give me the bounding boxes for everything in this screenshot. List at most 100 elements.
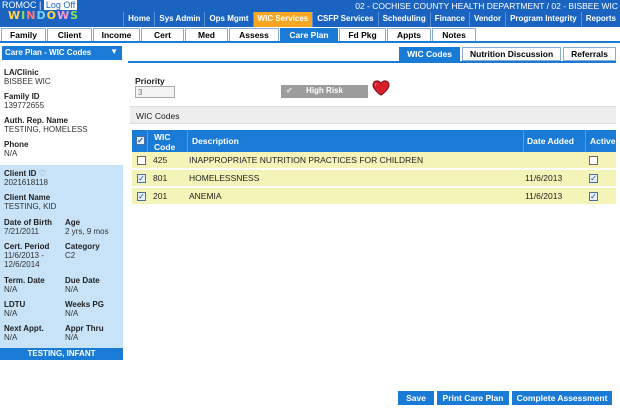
header-code[interactable]: WIC Code — [148, 130, 188, 152]
tab-notes[interactable]: Notes — [432, 28, 476, 42]
client-name-label: Client Name — [4, 193, 51, 202]
tab-cert[interactable]: Cert — [141, 28, 184, 42]
category-value: C2 — [65, 251, 76, 260]
client-name-value: TESTING, KID — [4, 202, 57, 211]
client-name: Client Name TESTING, KID — [4, 193, 56, 211]
nav-reports[interactable]: Reports — [580, 12, 620, 27]
ldtu-value: N/A — [4, 309, 18, 318]
subtab-referrals[interactable]: Referrals — [563, 47, 616, 61]
app-logo: ROMOC | Log Off WINDOWS — [0, 0, 78, 27]
row-description: INAPPROPRIATE NUTRITION PRACTICES FOR CH… — [189, 155, 424, 165]
sidebar-header-label: Care Plan - WIC Codes — [5, 48, 92, 57]
category: Category C2 — [65, 242, 100, 260]
main-nav: Home Sys Admin Ops Mgmt WIC Services CSF… — [123, 12, 620, 27]
phone-value: N/A — [4, 149, 18, 158]
complete-assessment-button[interactable]: Complete Assessment — [512, 391, 612, 405]
priority-label: Priority — [135, 76, 165, 86]
term-date: Term. Date N/A — [4, 276, 45, 294]
heart-icon — [372, 80, 390, 96]
nav-vendor[interactable]: Vendor — [468, 12, 505, 27]
row-description: ANEMIA — [189, 191, 222, 201]
table-row[interactable]: 425 INAPPROPRIATE NUTRITION PRACTICES FO… — [132, 152, 616, 169]
sidebar-header[interactable]: Care Plan - WIC Codes ▼ — [2, 46, 122, 60]
tab-assess[interactable]: Assess — [229, 28, 279, 42]
tab-appts[interactable]: Appts — [387, 28, 431, 42]
dob-value: 7/21/2011 — [4, 227, 39, 236]
due-date-label: Due Date — [65, 276, 100, 285]
term-date-label: Term. Date — [4, 276, 45, 285]
nav-csfp-services[interactable]: CSFP Services — [312, 12, 377, 27]
auth-rep-label: Auth. Rep. Name — [4, 116, 69, 125]
ldtu-label: LDTU — [4, 300, 26, 309]
dob: Date of Birth 7/21/2011 — [4, 218, 52, 236]
family-id-value: 139772655 — [4, 101, 45, 110]
row-select-checkbox[interactable]: ✓ — [137, 174, 146, 183]
row-select-checkbox[interactable]: ✓ — [137, 192, 146, 201]
tab-med[interactable]: Med — [185, 28, 228, 42]
wic-codes-header: ✓ WIC Code Description Date Added Active — [132, 130, 616, 152]
header-active[interactable]: Active — [586, 130, 616, 152]
row-code: 425 — [153, 155, 168, 165]
tab-client[interactable]: Client — [47, 28, 92, 42]
tab-fd-pkg[interactable]: Fd Pkg — [339, 28, 386, 42]
row-active-checkbox[interactable]: ✓ — [589, 174, 598, 183]
nav-wic-services[interactable]: WIC Services — [252, 12, 313, 27]
table-row[interactable]: ✓ 801 HOMELESSNESS 11/6/2013 ✓ — [132, 170, 616, 187]
row-select-checkbox[interactable] — [137, 156, 146, 165]
client-info-panel: Client ID ♡ 2021618118 Client Name TESTI… — [0, 165, 123, 349]
row-date-added: 11/6/2013 — [525, 191, 563, 201]
ldtu: LDTU N/A — [4, 300, 25, 318]
family-id-label: Family ID — [4, 92, 40, 101]
wic-codes-panel: WIC Codes ✓ WIC Code Description Date Ad… — [130, 106, 616, 206]
care-plan-subtabs: WIC Codes Nutrition Discussion Referrals — [397, 47, 616, 61]
la-clinic: LA/Clinic BISBEE WIC — [4, 68, 51, 86]
row-active-checkbox[interactable] — [589, 156, 598, 165]
table-row[interactable]: ✓ 201 ANEMIA 11/6/2013 ✓ — [132, 188, 616, 205]
wic-codes-title: WIC Codes — [130, 106, 616, 124]
header-select-cell: ✓ — [132, 130, 148, 152]
nav-scheduling[interactable]: Scheduling — [377, 12, 430, 27]
phone: Phone N/A — [4, 140, 28, 158]
nav-finance[interactable]: Finance — [429, 12, 469, 27]
client-sidebar: Care Plan - WIC Codes ▼ LA/Clinic BISBEE… — [0, 46, 123, 362]
age-value: 2 yrs, 9 mos — [65, 227, 109, 236]
nav-program-integrity[interactable]: Program Integrity — [505, 12, 581, 27]
weeks-pg-value: N/A — [65, 309, 79, 318]
appr-thru-label: Appr Thru — [65, 324, 104, 333]
cert-period: Cert. Period 11/6/2013 - 12/6/2014 — [4, 242, 62, 269]
dob-label: Date of Birth — [4, 218, 52, 227]
subtab-wic-codes[interactable]: WIC Codes — [399, 47, 461, 61]
print-care-plan-button[interactable]: Print Care Plan — [437, 391, 509, 405]
client-id-value: 2021618118 — [4, 178, 48, 187]
cert-period-value: 11/6/2013 - 12/6/2014 — [4, 251, 44, 269]
phone-label: Phone — [4, 140, 29, 149]
priority-input[interactable] — [135, 86, 175, 98]
heart-outline-icon: ♡ — [38, 169, 46, 178]
high-risk-toggle[interactable]: ✔ High Risk — [281, 85, 368, 98]
weeks-pg: Weeks PG N/A — [65, 300, 104, 318]
nav-home[interactable]: Home — [123, 12, 154, 27]
tab-care-plan[interactable]: Care Plan — [280, 28, 338, 42]
logo-wordmark: WINDOWS — [8, 9, 80, 22]
tab-income[interactable]: Income — [93, 28, 140, 42]
header-description[interactable]: Description — [188, 130, 524, 152]
due-date: Due Date N/A — [65, 276, 100, 294]
row-active-checkbox[interactable]: ✓ — [589, 192, 598, 201]
client-tabs: Family Client Income Cert Med Assess Car… — [0, 28, 620, 42]
save-button[interactable]: Save — [398, 391, 434, 405]
row-description: HOMELESSNESS — [189, 173, 260, 183]
high-risk-label: High Risk — [306, 86, 343, 95]
row-code: 201 — [153, 191, 168, 201]
select-all-checkbox[interactable]: ✓ — [136, 136, 145, 145]
nav-ops-mgmt[interactable]: Ops Mgmt — [204, 12, 252, 27]
cert-period-label: Cert. Period — [4, 242, 50, 251]
family-member-infant[interactable]: TESTING, INFANT — [0, 348, 123, 360]
tab-family[interactable]: Family — [1, 28, 46, 42]
header-date-added[interactable]: Date Added — [524, 130, 586, 152]
subtab-nutrition-discussion[interactable]: Nutrition Discussion — [462, 47, 562, 61]
client-id-label: Client ID ♡ — [4, 169, 46, 178]
nav-sys-admin[interactable]: Sys Admin — [154, 12, 204, 27]
appr-thru: Appr Thru N/A — [65, 324, 104, 342]
row-code: 801 — [153, 173, 168, 183]
next-appt: Next Appt. N/A — [4, 324, 44, 342]
